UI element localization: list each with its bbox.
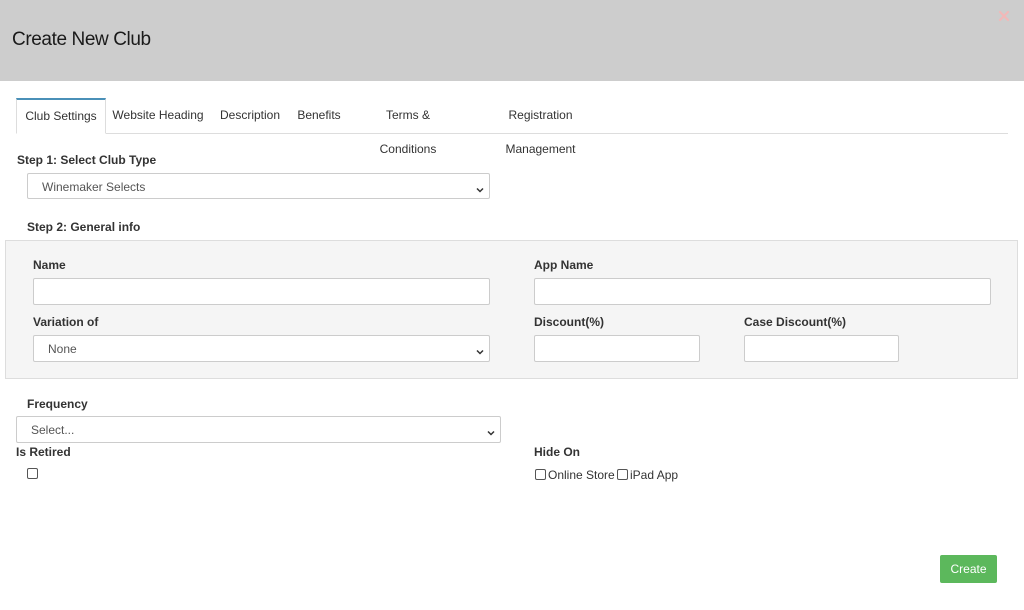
chevron-down-icon [476,183,484,193]
club-type-select[interactable]: Winemaker Selects [27,173,490,199]
chevron-down-icon [487,426,495,436]
close-icon[interactable] [997,9,1013,25]
hide-on-label: Hide On [534,445,581,459]
frequency-select[interactable]: Select... [16,416,501,443]
frequency-label: Frequency [27,397,88,411]
chevron-down-icon [476,345,484,355]
tab-terms-conditions[interactable]: Terms & Conditions [356,98,460,156]
variation-label: Variation of [33,315,99,329]
online-store-label: Online Store [548,468,615,482]
step2-label: Step 2: General info [27,220,141,234]
name-field[interactable] [33,278,490,305]
tab-benefits[interactable]: Benefits [295,98,343,132]
tab-website-heading[interactable]: Website Heading [112,98,204,132]
discount-field[interactable] [534,335,700,362]
name-label: Name [33,258,66,272]
discount-label: Discount(%) [534,315,604,329]
tab-description[interactable]: Description [218,98,282,132]
step1-label: Step 1: Select Club Type [17,153,157,167]
create-button[interactable]: Create [940,555,997,583]
app-name-field[interactable] [534,278,991,305]
tab-club-settings[interactable]: Club Settings [16,98,106,134]
is-retired-checkbox[interactable] [27,468,38,479]
tab-registration-management[interactable]: Registration Management [473,98,608,156]
frequency-value: Select... [31,423,75,437]
variation-value: None [48,342,77,356]
tab-bar: Club Settings Website Heading Descriptio… [16,98,1008,156]
app-name-label: App Name [534,258,594,272]
variation-select[interactable]: None [33,335,490,362]
ipad-app-checkbox[interactable] [617,469,628,480]
modal-header: Create New Club [0,0,1024,81]
ipad-app-label: iPad App [630,468,679,482]
club-type-value: Winemaker Selects [42,180,146,194]
case-discount-field[interactable] [744,335,899,362]
online-store-checkbox[interactable] [535,469,546,480]
is-retired-label: Is Retired [16,445,71,459]
modal-title: Create New Club [12,29,151,50]
case-discount-label: Case Discount(%) [744,315,847,329]
